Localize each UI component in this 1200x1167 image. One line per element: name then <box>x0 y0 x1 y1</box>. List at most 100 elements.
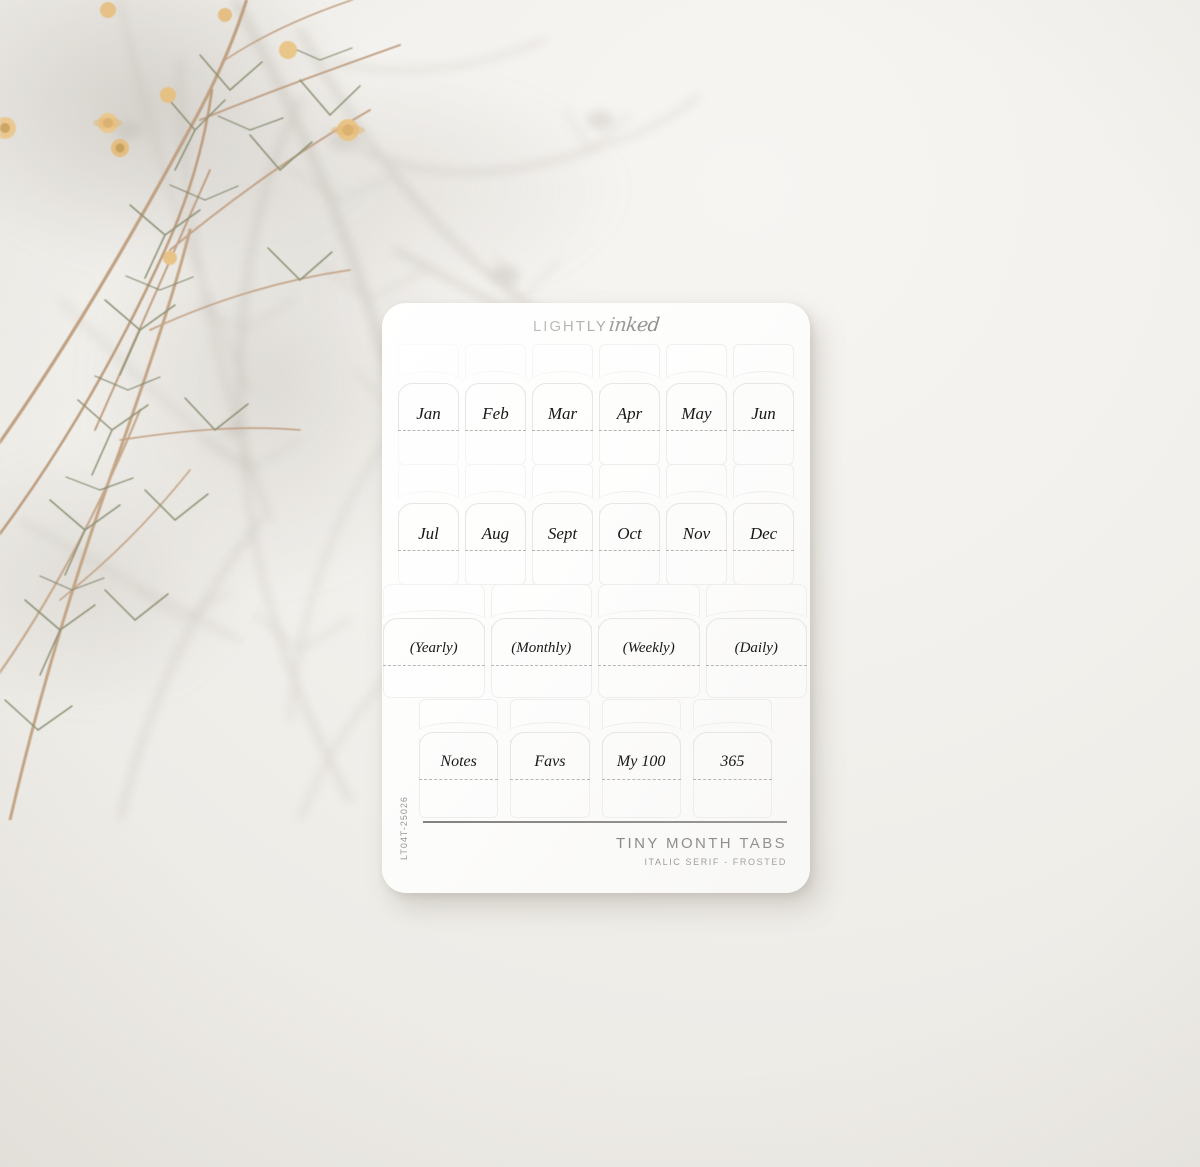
footer-block: TINY MONTH TABS ITALIC SERIF - FROSTED <box>616 835 787 867</box>
tab-top-panel <box>598 584 700 631</box>
tab-label-text: Notes <box>440 753 477 770</box>
tab-bottom-panel <box>510 780 590 818</box>
tab-sticker[interactable]: (Yearly) <box>383 584 485 698</box>
tab-bottom-panel <box>599 431 660 465</box>
tab-label-text: (Yearly) <box>409 639 458 656</box>
tab-label-text: May <box>681 403 712 423</box>
tab-bottom-panel <box>705 666 807 698</box>
tab-top-panel <box>705 584 807 631</box>
tab-label-area: (Weekly) <box>598 618 700 665</box>
tab-sticker[interactable]: Aug <box>465 464 526 585</box>
tab-label-text: Jul <box>418 523 439 543</box>
tab-label-area: Nov <box>666 503 727 550</box>
tab-top-panel <box>599 464 660 516</box>
tab-sticker[interactable]: Feb <box>465 344 526 465</box>
tab-label-area: Dec <box>733 503 794 550</box>
tab-row-planning-intervals: (Yearly) (Monthly) (Weekly) (Daily) <box>383 584 807 698</box>
tab-label-area: Favs <box>510 732 590 779</box>
fold-line <box>666 430 727 431</box>
tab-sticker[interactable]: May <box>666 344 727 465</box>
tab-bottom-panel <box>490 666 592 698</box>
fold-line <box>398 430 459 431</box>
brand-word-lightly: LIGHTLY <box>533 318 608 335</box>
product-subtitle: ITALIC SERIF - FROSTED <box>644 857 787 867</box>
tab-top-panel <box>510 699 590 745</box>
tab-bottom-panel <box>598 666 700 698</box>
tab-sticker[interactable]: Jul <box>398 464 459 585</box>
tab-sticker[interactable]: Jun <box>733 344 794 465</box>
brand-word-inked: inked <box>607 314 661 336</box>
product-title: TINY MONTH TABS <box>615 835 787 852</box>
tab-top-panel <box>383 584 485 631</box>
fold-line <box>510 779 590 780</box>
tab-top-panel <box>398 344 459 396</box>
tab-label-area: Feb <box>465 383 526 430</box>
tab-sticker[interactable]: (Monthly) <box>490 584 592 698</box>
tab-label-text: (Daily) <box>734 639 778 656</box>
tab-label-area: Mar <box>532 383 593 430</box>
tab-top-panel <box>733 344 794 396</box>
fold-line <box>490 665 592 666</box>
tab-top-panel <box>465 344 526 396</box>
fold-line <box>598 665 700 666</box>
tab-sticker[interactable]: 365 <box>692 699 773 818</box>
tab-sticker[interactable]: Sept <box>532 464 593 585</box>
tab-top-panel <box>666 464 727 516</box>
tab-bottom-panel <box>666 551 727 585</box>
tab-top-panel <box>532 464 593 516</box>
tab-bottom-panel <box>398 431 459 465</box>
fold-line <box>465 430 526 431</box>
tab-bottom-panel <box>465 551 526 585</box>
tab-label-area: May <box>666 383 727 430</box>
tab-label-area: Jul <box>398 503 459 550</box>
tab-bottom-panel <box>465 431 526 465</box>
tab-sticker[interactable]: Notes <box>419 699 499 818</box>
brand-lockup: LIGHTLYinked <box>382 314 810 336</box>
tab-label-text: 365 <box>720 753 745 770</box>
tab-label-area: Apr <box>599 383 660 430</box>
tab-label-area: 365 <box>692 732 773 779</box>
tab-label-area: (Monthly) <box>490 618 592 665</box>
tab-label-text: Mar <box>547 403 578 423</box>
fold-line <box>599 430 660 431</box>
tab-label-text: Favs <box>534 753 566 770</box>
tab-sticker[interactable]: Oct <box>599 464 660 585</box>
tab-label-text: Dec <box>749 523 778 543</box>
fold-line <box>733 550 794 551</box>
tab-label-area: Oct <box>599 503 660 550</box>
tab-top-panel <box>490 584 592 631</box>
tab-top-panel <box>601 699 681 745</box>
tab-label-text: Jun <box>751 403 776 423</box>
tab-label-text: Nov <box>682 523 711 543</box>
fold-line <box>532 430 593 431</box>
fold-line <box>733 430 794 431</box>
tab-label-text: Apr <box>616 403 643 423</box>
tab-row-collections: Notes Favs My 100 365 <box>419 699 773 818</box>
fold-line <box>383 665 485 666</box>
tab-sticker[interactable]: (Weekly) <box>598 584 700 698</box>
fold-line <box>419 779 499 780</box>
tab-sticker[interactable]: (Daily) <box>705 584 807 698</box>
tab-label-text: Sept <box>547 523 578 543</box>
tab-sticker[interactable]: Dec <box>733 464 794 585</box>
tab-sticker[interactable]: Jan <box>398 344 459 465</box>
tab-row-months-second-half: Jul Aug Sept Oct Nov Dec <box>398 464 794 585</box>
tab-sticker[interactable]: Mar <box>532 344 593 465</box>
tab-sticker[interactable]: Apr <box>599 344 660 465</box>
tab-label-text: (Monthly) <box>511 639 572 656</box>
fold-line <box>666 550 727 551</box>
tab-label-text: Oct <box>617 523 642 543</box>
tab-sticker[interactable]: Favs <box>510 699 590 818</box>
sticker-sheet-card: LIGHTLYinked Jan Feb Mar Apr May Jun Jul… <box>382 303 810 893</box>
fold-line <box>398 550 459 551</box>
tab-sticker[interactable]: My 100 <box>601 699 682 818</box>
tab-bottom-panel <box>601 780 681 818</box>
tab-label-area: (Daily) <box>705 618 807 665</box>
tab-bottom-panel <box>532 431 593 465</box>
fold-line <box>705 665 807 666</box>
tab-bottom-panel <box>398 551 459 585</box>
tab-top-panel <box>733 464 794 516</box>
tab-sticker[interactable]: Nov <box>666 464 727 585</box>
tab-label-text: My 100 <box>616 753 666 770</box>
tab-bottom-panel <box>666 431 727 465</box>
